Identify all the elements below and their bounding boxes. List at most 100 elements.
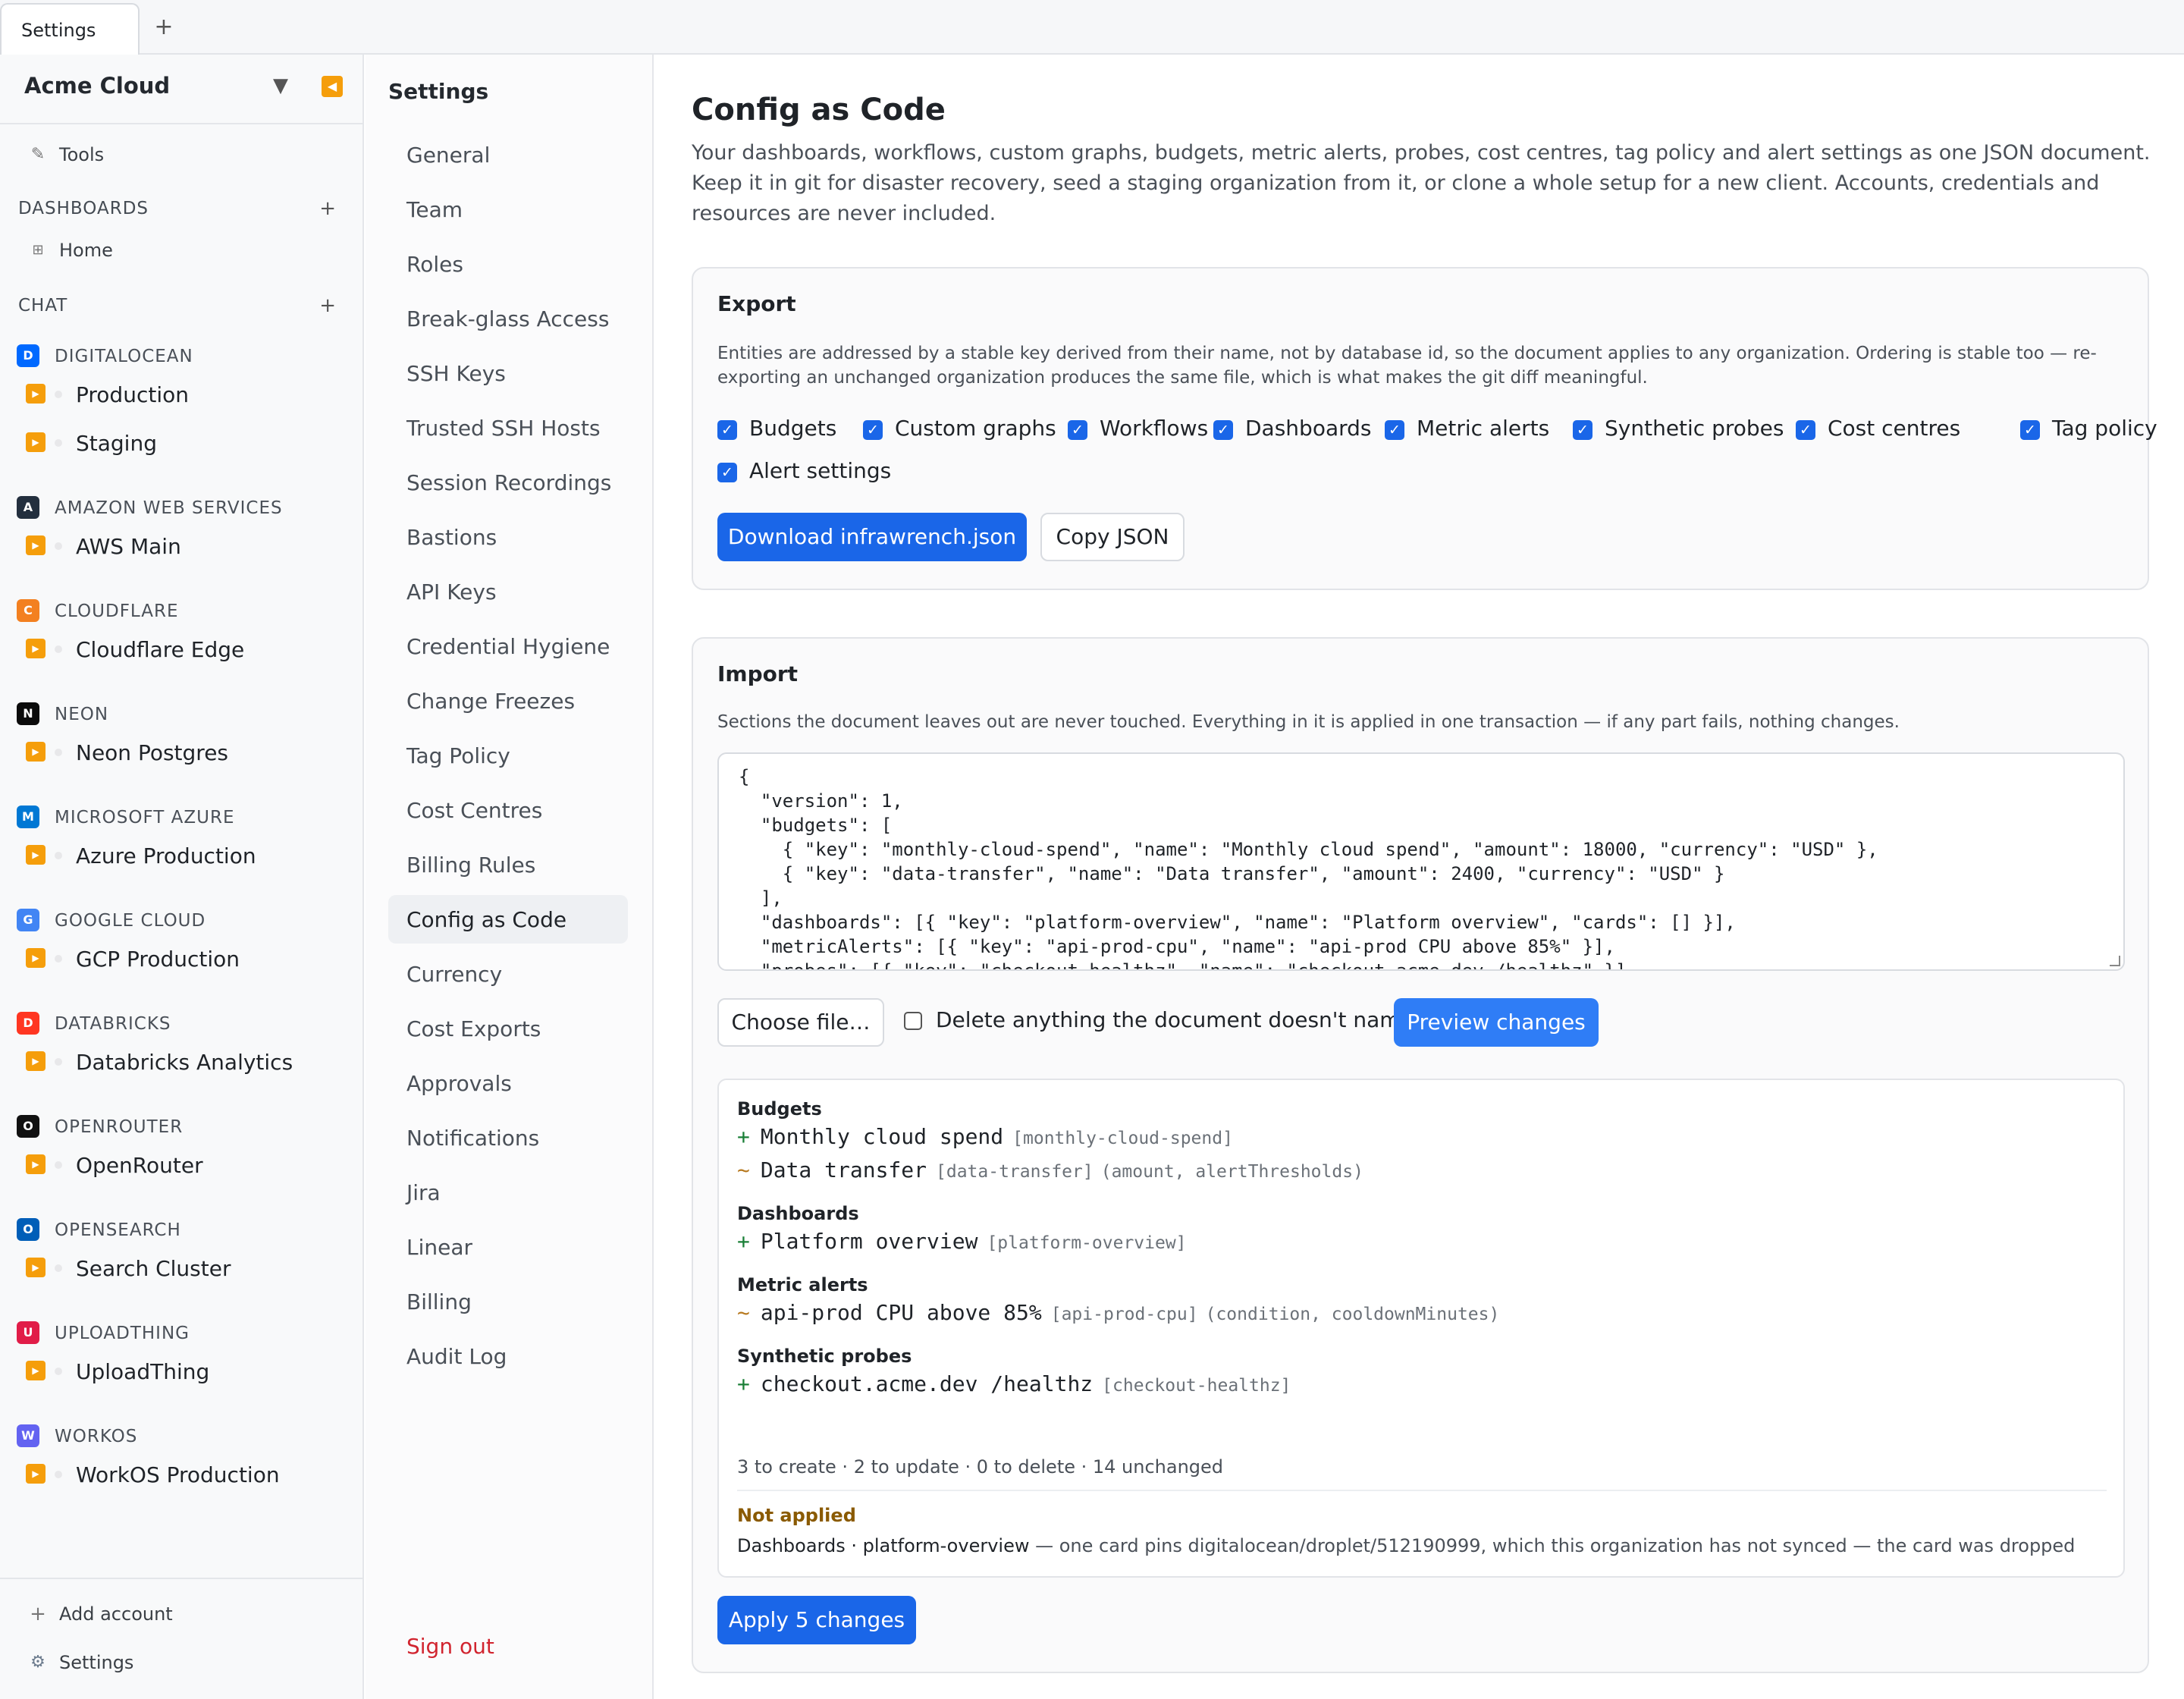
- provider-name: DATABRICKS: [55, 1014, 171, 1034]
- changed-fields: (amount, alertThresholds): [1100, 1162, 1363, 1182]
- entity-name: checkout.acme.dev /healthz: [760, 1371, 1094, 1396]
- add-dashboard-button[interactable]: +: [319, 197, 337, 220]
- delete-unnamed-checkbox[interactable]: Delete anything the document doesn't nam…: [904, 1007, 1414, 1038]
- settings-nav-item[interactable]: Jira: [388, 1168, 628, 1217]
- account-item[interactable]: ▶ Cloudflare Edge: [26, 631, 352, 667]
- account-item[interactable]: ▶ Staging: [26, 425, 352, 461]
- collapse-sidebar-icon[interactable]: ◀: [322, 76, 343, 97]
- status-dot: [55, 749, 62, 756]
- account-item[interactable]: ▶ AWS Main: [26, 528, 352, 564]
- account-name: Neon Postgres: [76, 740, 229, 765]
- play-icon: ▶: [26, 1464, 46, 1484]
- account-item[interactable]: ▶ Production: [26, 376, 352, 413]
- provider-name: AMAZON WEB SERVICES: [55, 498, 283, 518]
- account-item[interactable]: ▶ Neon Postgres: [26, 734, 352, 771]
- preview-group-title: Synthetic probes: [737, 1346, 912, 1367]
- settings-nav-item[interactable]: Linear: [388, 1223, 628, 1271]
- account-item[interactable]: ▶ GCP Production: [26, 941, 352, 977]
- settings-nav-item[interactable]: Roles: [388, 240, 628, 288]
- play-icon: ▶: [26, 535, 46, 555]
- status-dot: [55, 645, 62, 653]
- checkbox-box: ✓: [1385, 420, 1404, 440]
- json-editor[interactable]: { "version": 1, "budgets": [ { "key": "m…: [717, 752, 2125, 971]
- new-tab-button[interactable]: +: [149, 11, 179, 44]
- settings-nav-item[interactable]: Approvals: [388, 1059, 628, 1107]
- apply-changes-button[interactable]: Apply 5 changes: [717, 1596, 916, 1644]
- account-item[interactable]: ▶ Search Cluster: [26, 1250, 352, 1286]
- sidebar-item-home[interactable]: ⊞ Home: [18, 235, 352, 265]
- opensearch-logo-icon: O: [17, 1218, 39, 1241]
- page-title: Config as Code: [692, 93, 946, 127]
- account-item[interactable]: ▶ Databricks Analytics: [26, 1044, 352, 1080]
- settings-nav-item[interactable]: Notifications: [388, 1113, 628, 1162]
- preview-changes-button[interactable]: Preview changes: [1394, 998, 1599, 1047]
- settings-nav-item[interactable]: Team: [388, 185, 628, 234]
- settings-nav-item[interactable]: Break-glass Access: [388, 294, 628, 343]
- account-item[interactable]: ▶ WorkOS Production: [26, 1456, 352, 1493]
- settings-nav-item[interactable]: SSH Keys: [388, 349, 628, 397]
- settings-nav-item[interactable]: Bastions: [388, 513, 628, 561]
- microsoft-azure-logo-icon: M: [17, 806, 39, 828]
- sidebar-item-settings[interactable]: ⚙ Settings: [18, 1647, 352, 1678]
- checkbox-label: Metric alerts: [1417, 416, 1550, 441]
- play-icon: ▶: [26, 1258, 46, 1277]
- provider-name: UPLOADTHING: [55, 1324, 190, 1343]
- settings-nav-item[interactable]: API Keys: [388, 567, 628, 616]
- status-dot: [55, 391, 62, 398]
- add-account-button[interactable]: + Add account: [18, 1599, 352, 1629]
- tilde-icon: ~: [737, 1300, 750, 1325]
- settings-nav-item[interactable]: Billing: [388, 1277, 628, 1326]
- provider-header: C CLOUDFLARE: [17, 595, 350, 625]
- uploadthing-logo-icon: U: [17, 1321, 39, 1344]
- settings-nav-item[interactable]: Billing Rules: [388, 840, 628, 889]
- settings-nav-item[interactable]: Tag Policy: [388, 731, 628, 780]
- chevron-down-icon[interactable]: ▼: [273, 74, 288, 97]
- sidebar-footer: + Add account ⚙ Settings: [0, 1578, 362, 1699]
- provider-name: NEON: [55, 705, 109, 724]
- play-icon: ▶: [26, 639, 46, 658]
- settings-nav-item[interactable]: Audit Log: [388, 1332, 628, 1380]
- add-chat-button[interactable]: +: [319, 294, 337, 317]
- settings-nav-item[interactable]: General: [388, 130, 628, 179]
- sign-out-link[interactable]: Sign out: [406, 1634, 494, 1659]
- tab-settings[interactable]: Settings: [0, 3, 140, 55]
- wrench-icon: ✎: [30, 145, 46, 164]
- account-item[interactable]: ▶ Azure Production: [26, 837, 352, 874]
- settings-nav-item[interactable]: Config as Code: [388, 895, 628, 944]
- entity-name: Platform overview: [760, 1229, 978, 1254]
- resize-handle[interactable]: [2110, 956, 2120, 966]
- plus-icon: +: [737, 1229, 750, 1254]
- settings-nav-item[interactable]: Currency: [388, 950, 628, 998]
- provider-name: OPENSEARCH: [55, 1220, 181, 1240]
- workos-logo-icon: W: [17, 1424, 39, 1447]
- settings-nav-item[interactable]: Cost Exports: [388, 1004, 628, 1053]
- provider-name: MICROSOFT AZURE: [55, 808, 235, 828]
- provider-header: N NEON: [17, 698, 350, 728]
- org-name[interactable]: Acme Cloud: [24, 73, 170, 99]
- settings-nav-title: Settings: [388, 79, 489, 104]
- settings-nav-item[interactable]: Change Freezes: [388, 677, 628, 725]
- settings-nav-item[interactable]: Cost Centres: [388, 786, 628, 834]
- settings-nav-item[interactable]: Credential Hygiene: [388, 622, 628, 670]
- copy-json-button[interactable]: Copy JSON: [1040, 513, 1185, 561]
- settings-nav-item[interactable]: Trusted SSH Hosts: [388, 404, 628, 452]
- status-dot: [55, 1264, 62, 1272]
- checkbox-label: Delete anything the document doesn't nam…: [936, 1007, 1414, 1032]
- choose-file-button[interactable]: Choose file…: [717, 998, 884, 1047]
- plus-icon: +: [737, 1371, 750, 1396]
- not-applied-title: Not applied: [737, 1505, 856, 1526]
- import-description: Sections the document leaves out are nev…: [717, 712, 1900, 732]
- openrouter-logo-icon: O: [17, 1115, 39, 1138]
- sidebar-item-tools[interactable]: ✎ Tools: [18, 140, 352, 170]
- entity-key: [data-transfer]: [936, 1162, 1094, 1182]
- entity-name: api-prod CPU above 85%: [760, 1300, 1042, 1325]
- download-json-button[interactable]: Download infrawrench.json: [717, 513, 1027, 561]
- account-item[interactable]: ▶ UploadThing: [26, 1353, 352, 1390]
- preview-change-line: + Platform overview [platform-overview]: [737, 1229, 1187, 1259]
- checkbox-box: ✓: [1573, 420, 1592, 440]
- account-name: UploadThing: [76, 1359, 210, 1384]
- import-title: Import: [717, 661, 799, 686]
- settings-nav-item[interactable]: Session Recordings: [388, 458, 628, 507]
- checkbox-box: ✓: [1068, 420, 1087, 440]
- account-item[interactable]: ▶ OpenRouter: [26, 1147, 352, 1183]
